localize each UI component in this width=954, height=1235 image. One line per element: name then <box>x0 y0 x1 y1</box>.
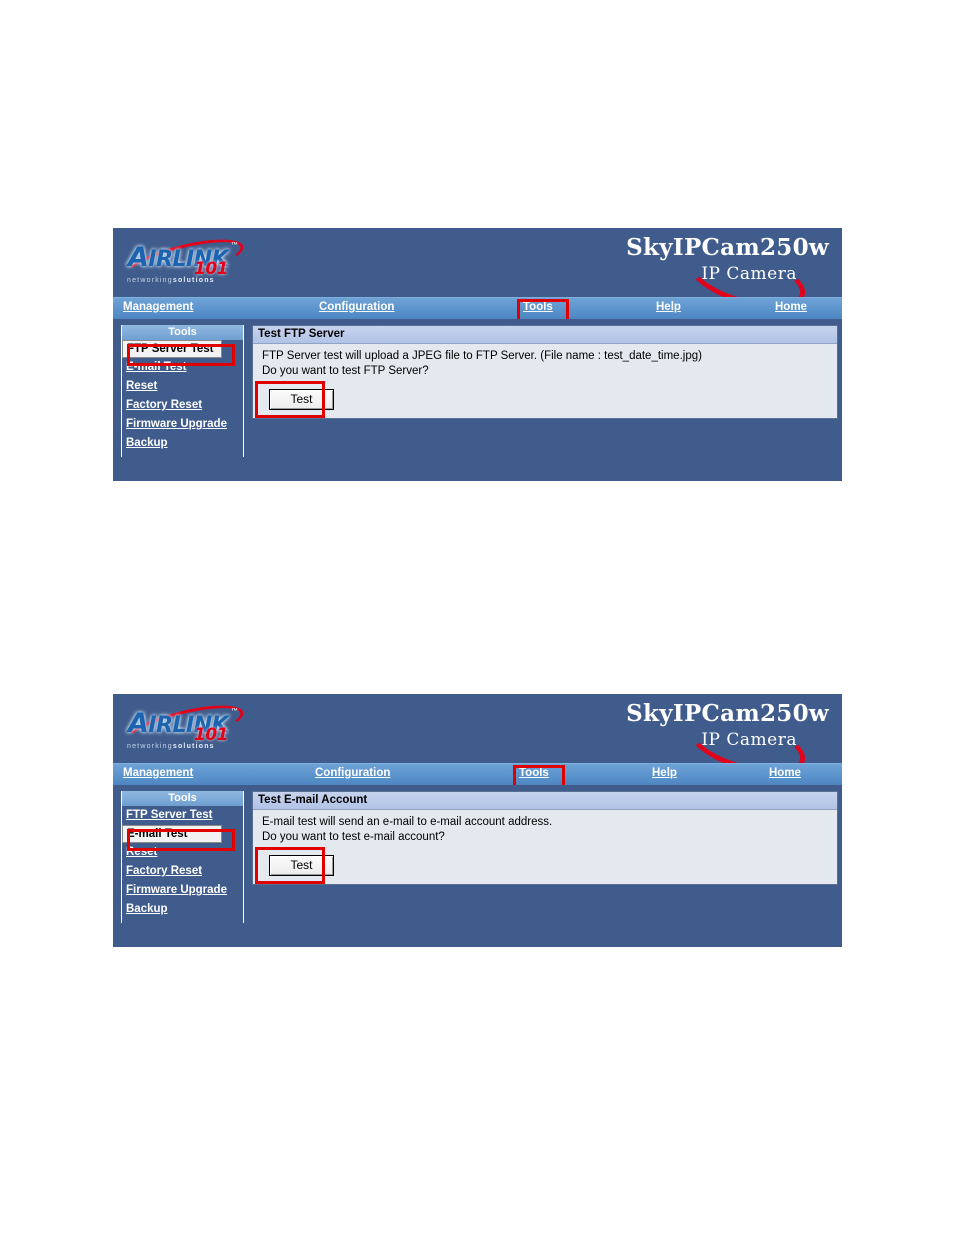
product-subtitle: IP Camera <box>701 264 797 284</box>
sidebar-item-firmware-upgrade[interactable]: Firmware Upgrade <box>122 881 243 900</box>
sidebar-item-factory-reset[interactable]: Factory Reset <box>122 862 243 881</box>
app-header: AIRLINK ™ 101 networkingsolutions SkyIPC… <box>113 228 842 297</box>
panel-description-line-1: FTP Server test will upload a JPEG file … <box>262 350 702 362</box>
nav-item-management[interactable]: Management <box>123 301 193 313</box>
nav-item-tools[interactable]: Tools <box>519 767 549 779</box>
screenshot-ftp-server-test: AIRLINK ™ 101 networkingsolutions SkyIPC… <box>113 228 842 481</box>
nav-item-configuration[interactable]: Configuration <box>319 301 394 313</box>
main-navigation: Management Configuration Tools Help Home <box>113 763 842 785</box>
sidebar-item-reset[interactable]: Reset <box>122 843 243 862</box>
airlink-logo: AIRLINK ™ 101 networkingsolutions <box>120 696 258 758</box>
product-model-name: SkyIPCam250w <box>626 234 829 261</box>
logo-tagline-bold: solutions <box>172 743 215 750</box>
panel-description-line-2: Do you want to test e-mail account? <box>262 831 445 843</box>
sidebar-item-factory-reset[interactable]: Factory Reset <box>122 396 243 415</box>
logo-letter-a: A <box>128 242 149 273</box>
nav-item-help[interactable]: Help <box>652 767 677 779</box>
panel-title: Test E-mail Account <box>253 792 837 810</box>
nav-item-management[interactable]: Management <box>123 767 193 779</box>
product-title: SkyIPCam250w IP Camera <box>599 700 829 763</box>
content-panel: Test FTP Server FTP Server test will upl… <box>252 325 838 419</box>
content-area: Tools FTP Server Test E-mail Test Reset … <box>113 785 842 947</box>
logo-101: 101 <box>194 725 229 745</box>
screenshot-email-test: AIRLINK ™ 101 networkingsolutions SkyIPC… <box>113 694 842 947</box>
panel-body: FTP Server test will upload a JPEG file … <box>253 344 837 410</box>
test-button[interactable]: Test <box>269 389 334 410</box>
nav-item-configuration[interactable]: Configuration <box>315 767 390 779</box>
product-subtitle: IP Camera <box>701 730 797 750</box>
app-header: AIRLINK ™ 101 networkingsolutions SkyIPC… <box>113 694 842 763</box>
trademark-icon: ™ <box>231 242 238 249</box>
sidebar-item-firmware-upgrade[interactable]: Firmware Upgrade <box>122 415 243 434</box>
sidebar-item-email-test[interactable]: E-mail Test <box>122 825 222 843</box>
content-panel: Test E-mail Account E-mail test will sen… <box>252 791 838 885</box>
tools-sidebar: Tools FTP Server Test E-mail Test Reset … <box>121 325 244 457</box>
sidebar-item-backup[interactable]: Backup <box>122 434 243 453</box>
nav-item-tools[interactable]: Tools <box>523 301 553 313</box>
logo-tagline-light: networking <box>127 277 173 284</box>
airlink-logo: AIRLINK ™ 101 networkingsolutions <box>120 230 258 292</box>
sidebar-item-reset[interactable]: Reset <box>122 377 243 396</box>
main-navigation: Management Configuration Tools Help Home <box>113 297 842 319</box>
nav-item-home[interactable]: Home <box>775 301 807 313</box>
sidebar-item-email-test[interactable]: E-mail Test <box>122 358 243 377</box>
product-title: SkyIPCam250w IP Camera <box>599 234 829 297</box>
panel-description-line-1: E-mail test will send an e-mail to e-mai… <box>262 816 553 828</box>
logo-tagline: networkingsolutions <box>127 743 215 750</box>
sidebar-item-backup[interactable]: Backup <box>122 900 243 919</box>
panel-description-line-2: Do you want to test FTP Server? <box>262 365 429 377</box>
nav-item-help[interactable]: Help <box>656 301 681 313</box>
logo-tagline: networkingsolutions <box>127 277 215 284</box>
nav-item-home[interactable]: Home <box>769 767 801 779</box>
content-area: Tools FTP Server Test E-mail Test Reset … <box>113 319 842 481</box>
sidebar-title: Tools <box>122 325 243 340</box>
panel-body: E-mail test will send an e-mail to e-mai… <box>253 810 837 876</box>
sidebar-item-ftp-server-test[interactable]: FTP Server Test <box>122 340 222 358</box>
product-model-name: SkyIPCam250w <box>626 700 829 727</box>
trademark-icon: ™ <box>231 708 238 715</box>
sidebar-title: Tools <box>122 791 243 806</box>
logo-tagline-bold: solutions <box>172 277 215 284</box>
logo-tagline-light: networking <box>127 743 173 750</box>
tools-sidebar: Tools FTP Server Test E-mail Test Reset … <box>121 791 244 923</box>
logo-letter-a: A <box>128 708 149 739</box>
sidebar-item-ftp-server-test[interactable]: FTP Server Test <box>122 806 243 825</box>
panel-title: Test FTP Server <box>253 326 837 344</box>
test-button[interactable]: Test <box>269 855 334 876</box>
logo-101: 101 <box>194 259 229 279</box>
